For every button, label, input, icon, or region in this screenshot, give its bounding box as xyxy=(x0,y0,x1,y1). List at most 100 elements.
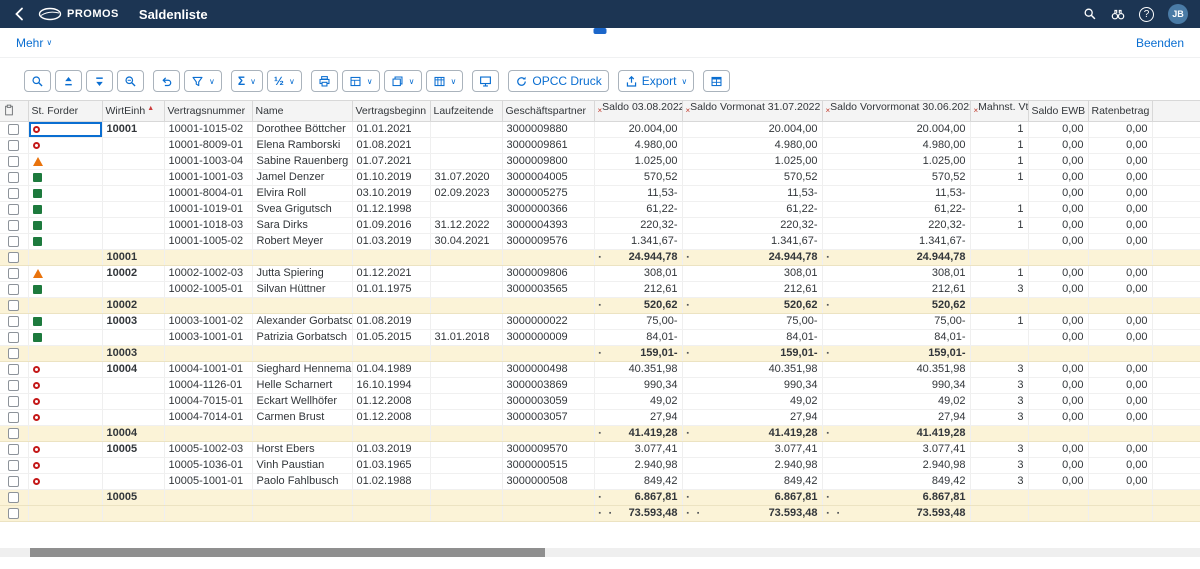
cell-saldo[interactable]: 1.341,67- xyxy=(594,234,682,250)
cell-mahnstufe[interactable]: 3 xyxy=(970,442,1028,458)
cell-saldo_ewb[interactable] xyxy=(1028,250,1088,266)
cell-mahnstufe[interactable] xyxy=(970,298,1028,314)
cell-saldo_vorvormonat[interactable]: 11,53- xyxy=(822,186,970,202)
cell-geschaeftspartner[interactable] xyxy=(502,298,594,314)
cell-geschaeftspartner[interactable]: 3000000498 xyxy=(502,362,594,378)
cell-stforder[interactable] xyxy=(28,218,102,234)
cell-stforder[interactable] xyxy=(28,442,102,458)
cell-sel[interactable] xyxy=(0,330,28,346)
cell-wirteinh[interactable]: 10002 xyxy=(102,298,164,314)
col-header-laufzeitende[interactable]: Laufzeitende xyxy=(430,101,502,122)
cell-stforder[interactable] xyxy=(28,282,102,298)
cell-sel[interactable] xyxy=(0,186,28,202)
cell-geschaeftspartner[interactable]: 3000009806 xyxy=(502,266,594,282)
cell-ratenbetrag[interactable] xyxy=(1088,298,1152,314)
cell-saldo[interactable]: 3.077,41 xyxy=(594,442,682,458)
cell-mahnstufe[interactable] xyxy=(970,234,1028,250)
cell-vertragsbeginn[interactable]: 01.12.2008 xyxy=(352,410,430,426)
cell-stforder[interactable] xyxy=(28,122,102,138)
cell-wirteinh[interactable] xyxy=(102,202,164,218)
cell-laufzeitende[interactable] xyxy=(430,506,502,522)
cell-name[interactable]: Helle Scharnert xyxy=(252,378,352,394)
cell-mahnstufe[interactable]: 1 xyxy=(970,218,1028,234)
cell-saldo_vorvormonat[interactable]: 990,34 xyxy=(822,378,970,394)
cell-saldo_vormonat[interactable]: 3.077,41 xyxy=(682,442,822,458)
cell-vertragsnummer[interactable] xyxy=(164,506,252,522)
col-header-saldo_vormonat[interactable]: ×Saldo Vormonat 31.07.2022 xyxy=(682,101,822,122)
cell-saldo_vormonat[interactable]: 20.004,00 xyxy=(682,122,822,138)
layout-grid-button[interactable]: ∨ xyxy=(426,70,464,92)
cell-ratenbetrag[interactable]: 0,00 xyxy=(1088,330,1152,346)
cell-saldo_vorvormonat[interactable]: ▪41.419,28 xyxy=(822,426,970,442)
cell-vertragsnummer[interactable] xyxy=(164,426,252,442)
cell-name[interactable]: Sieghard Hennemann xyxy=(252,362,352,378)
funnel-button[interactable]: ∨ xyxy=(184,70,222,92)
cell-saldo[interactable]: 308,01 xyxy=(594,266,682,282)
cell-saldo_vormonat[interactable]: ▪41.419,28 xyxy=(682,426,822,442)
cell-saldo_vormonat[interactable]: 308,01 xyxy=(682,266,822,282)
cell-laufzeitende[interactable] xyxy=(430,138,502,154)
cell-saldo_ewb[interactable]: 0,00 xyxy=(1028,186,1088,202)
cell-name[interactable]: Dorothee Böttcher xyxy=(252,122,352,138)
cell-saldo[interactable]: 84,01- xyxy=(594,330,682,346)
cell-saldo_vorvormonat[interactable]: 1.025,00 xyxy=(822,154,970,170)
cell-sel[interactable] xyxy=(0,362,28,378)
cell-saldo_vorvormonat[interactable]: 27,94 xyxy=(822,410,970,426)
cell-ratenbetrag[interactable]: 0,00 xyxy=(1088,266,1152,282)
cell-saldo_vormonat[interactable]: 990,34 xyxy=(682,378,822,394)
cell-sel[interactable] xyxy=(0,122,28,138)
cell-laufzeitende[interactable]: 02.09.2023 xyxy=(430,186,502,202)
cell-geschaeftspartner[interactable]: 3000004005 xyxy=(502,170,594,186)
cell-geschaeftspartner[interactable]: 3000000009 xyxy=(502,330,594,346)
row-checkbox[interactable] xyxy=(8,332,19,343)
cell-saldo_vorvormonat[interactable]: 61,22- xyxy=(822,202,970,218)
cell-saldo[interactable]: 212,61 xyxy=(594,282,682,298)
col-header-ratenbetrag[interactable]: Ratenbetrag xyxy=(1088,101,1152,122)
horizontal-scrollbar[interactable] xyxy=(0,548,1200,557)
mehr-menu[interactable]: Mehr∨ xyxy=(16,36,52,50)
cell-geschaeftspartner[interactable] xyxy=(502,490,594,506)
cell-geschaeftspartner[interactable]: 3000000366 xyxy=(502,202,594,218)
cell-saldo[interactable]: ▪24.944,78 xyxy=(594,250,682,266)
cell-sel[interactable] xyxy=(0,138,28,154)
row-checkbox[interactable] xyxy=(8,476,19,487)
cell-vertragsnummer[interactable]: 10001-8009-01 xyxy=(164,138,252,154)
cell-wirteinh[interactable]: 10001 xyxy=(102,250,164,266)
cell-geschaeftspartner[interactable]: 3000009570 xyxy=(502,442,594,458)
cell-saldo_vorvormonat[interactable]: 20.004,00 xyxy=(822,122,970,138)
cell-ratenbetrag[interactable]: 0,00 xyxy=(1088,122,1152,138)
cell-saldo_vorvormonat[interactable]: 4.980,00 xyxy=(822,138,970,154)
cell-name[interactable]: Sabine Rauenberg xyxy=(252,154,352,170)
row-checkbox[interactable] xyxy=(8,316,19,327)
row-checkbox[interactable] xyxy=(8,284,19,295)
row-checkbox[interactable] xyxy=(8,172,19,183)
cell-saldo_vorvormonat[interactable]: 570,52 xyxy=(822,170,970,186)
cell-sel[interactable] xyxy=(0,410,28,426)
cell-saldo_vorvormonat[interactable]: 49,02 xyxy=(822,394,970,410)
cell-saldo[interactable]: 75,00- xyxy=(594,314,682,330)
cell-saldo_vorvormonat[interactable]: 3.077,41 xyxy=(822,442,970,458)
cell-saldo_vorvormonat[interactable]: ▪520,62 xyxy=(822,298,970,314)
col-header-vertragsbeginn[interactable]: Vertragsbeginn xyxy=(352,101,430,122)
cell-name[interactable] xyxy=(252,298,352,314)
cell-wirteinh[interactable] xyxy=(102,234,164,250)
scroll-grip[interactable] xyxy=(594,28,607,34)
avatar[interactable]: JB xyxy=(1168,4,1188,24)
cell-laufzeitende[interactable] xyxy=(430,362,502,378)
cell-saldo[interactable]: ▪41.419,28 xyxy=(594,426,682,442)
cell-sel[interactable] xyxy=(0,506,28,522)
row-checkbox[interactable] xyxy=(8,412,19,423)
cell-name[interactable]: Elena Ramborski xyxy=(252,138,352,154)
row-checkbox[interactable] xyxy=(8,252,19,263)
cell-saldo[interactable]: 61,22- xyxy=(594,202,682,218)
cell-saldo_ewb[interactable] xyxy=(1028,346,1088,362)
cell-stforder[interactable] xyxy=(28,426,102,442)
cell-mahnstufe[interactable]: 1 xyxy=(970,314,1028,330)
cell-wirteinh[interactable]: 10003 xyxy=(102,314,164,330)
cell-name[interactable]: Alexander Gorbatsch xyxy=(252,314,352,330)
cell-sel[interactable] xyxy=(0,202,28,218)
cell-sel[interactable] xyxy=(0,282,28,298)
cell-laufzeitende[interactable] xyxy=(430,122,502,138)
row-checkbox[interactable] xyxy=(8,348,19,359)
cell-name[interactable]: Svea Grigutsch xyxy=(252,202,352,218)
